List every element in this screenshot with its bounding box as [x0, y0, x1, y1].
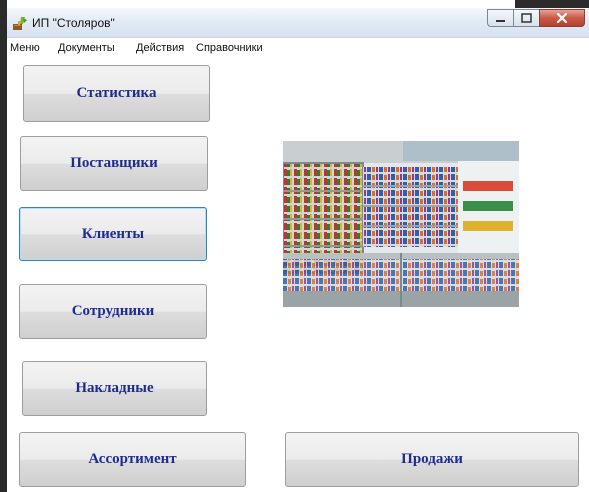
sales-button[interactable]: Продажи	[285, 432, 579, 487]
close-button[interactable]	[539, 9, 585, 27]
statistics-button[interactable]: Статистика	[23, 65, 210, 122]
store-photo	[283, 141, 519, 307]
employees-button[interactable]: Сотрудники	[19, 284, 207, 339]
menu-bar: Меню Документы Действия Справочники	[7, 40, 589, 58]
title-bar[interactable]: ИП "Столяров"	[7, 8, 589, 38]
menu-item-documents[interactable]: Документы	[58, 42, 115, 54]
store-shelves-image	[283, 141, 519, 307]
close-icon	[556, 12, 568, 24]
screen-top-edge	[0, 0, 589, 8]
maximize-icon	[521, 13, 532, 23]
suppliers-button[interactable]: Поставщики	[20, 136, 208, 191]
menu-item-actions[interactable]: Действия	[136, 42, 184, 54]
main-window: ИП "Столяров" Меню Документы Действия Сп…	[7, 8, 589, 492]
minimize-icon	[496, 20, 505, 22]
screen-top-right-edge	[515, 0, 589, 8]
clients-button[interactable]: Клиенты	[19, 207, 207, 261]
assortment-button[interactable]: Ассортимент	[19, 432, 246, 487]
app-icon[interactable]	[12, 15, 28, 31]
window-controls	[487, 9, 585, 31]
minimize-button[interactable]	[487, 9, 513, 27]
menu-item-directories[interactable]: Справочники	[196, 42, 263, 54]
maximize-button[interactable]	[513, 9, 539, 27]
window-title: ИП "Столяров"	[32, 16, 115, 30]
menu-item-menu[interactable]: Меню	[10, 42, 40, 54]
invoices-button[interactable]: Накладные	[22, 361, 207, 416]
screen-left-edge	[0, 0, 7, 492]
